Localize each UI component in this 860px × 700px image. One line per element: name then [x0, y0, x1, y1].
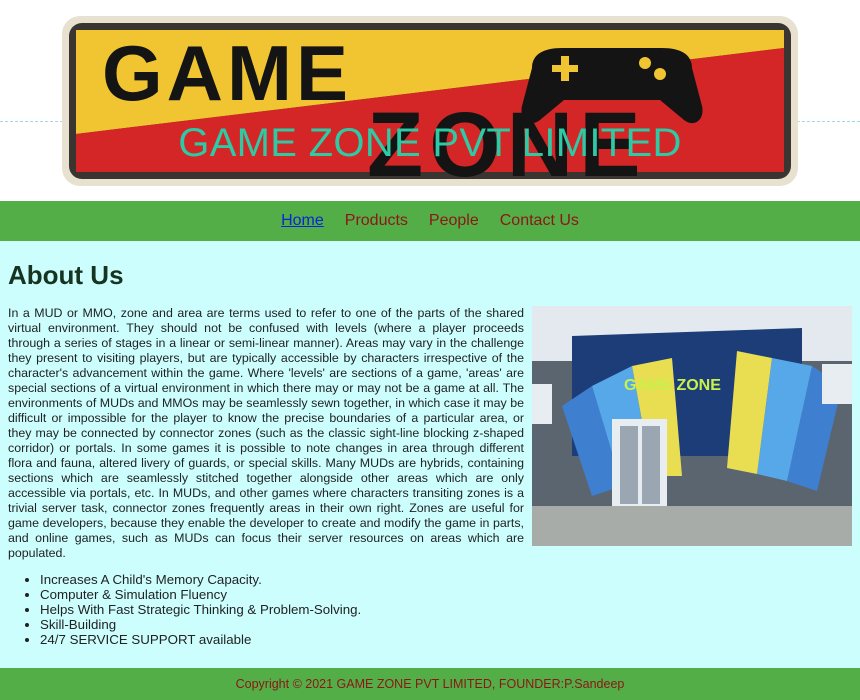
nav-people-link[interactable]: People [429, 212, 479, 230]
main-nav: Home Products People Contact Us [0, 201, 860, 241]
list-item: Computer & Simulation Fluency [40, 587, 361, 602]
copyright-text: Copyright © 2021 GAME ZONE PVT LIMITED, … [235, 677, 625, 691]
list-item: Helps With Fast Strategic Thinking & Pro… [40, 602, 361, 617]
company-name: GAME ZONE PVT LIMITED [178, 121, 682, 165]
list-item: 24/7 SERVICE SUPPORT available [40, 632, 361, 647]
page-footer: Copyright © 2021 GAME ZONE PVT LIMITED, … [0, 668, 860, 700]
section-heading: About Us [8, 260, 124, 290]
nav-home-link[interactable]: Home [281, 212, 324, 230]
logo-game-text: GAME [102, 29, 352, 117]
list-item: Skill-Building [40, 617, 361, 632]
nav-products-link[interactable]: Products [345, 212, 408, 230]
about-section: About Us In a MUD or MMO, zone and area … [0, 241, 860, 668]
game-zone-storefront-image: GAME ZONE [532, 306, 852, 546]
nav-contact-link[interactable]: Contact Us [500, 212, 579, 230]
header-banner: GAME ZONE GAME ZONE PVT LIMITED [0, 0, 860, 201]
features-list: Increases A Child's Memory Capacity. Com… [0, 572, 361, 647]
list-item: Increases A Child's Memory Capacity. [40, 572, 361, 587]
storefront-sign-text: GAME ZONE [624, 377, 721, 394]
about-paragraph: In a MUD or MMO, zone and area are terms… [8, 306, 524, 560]
